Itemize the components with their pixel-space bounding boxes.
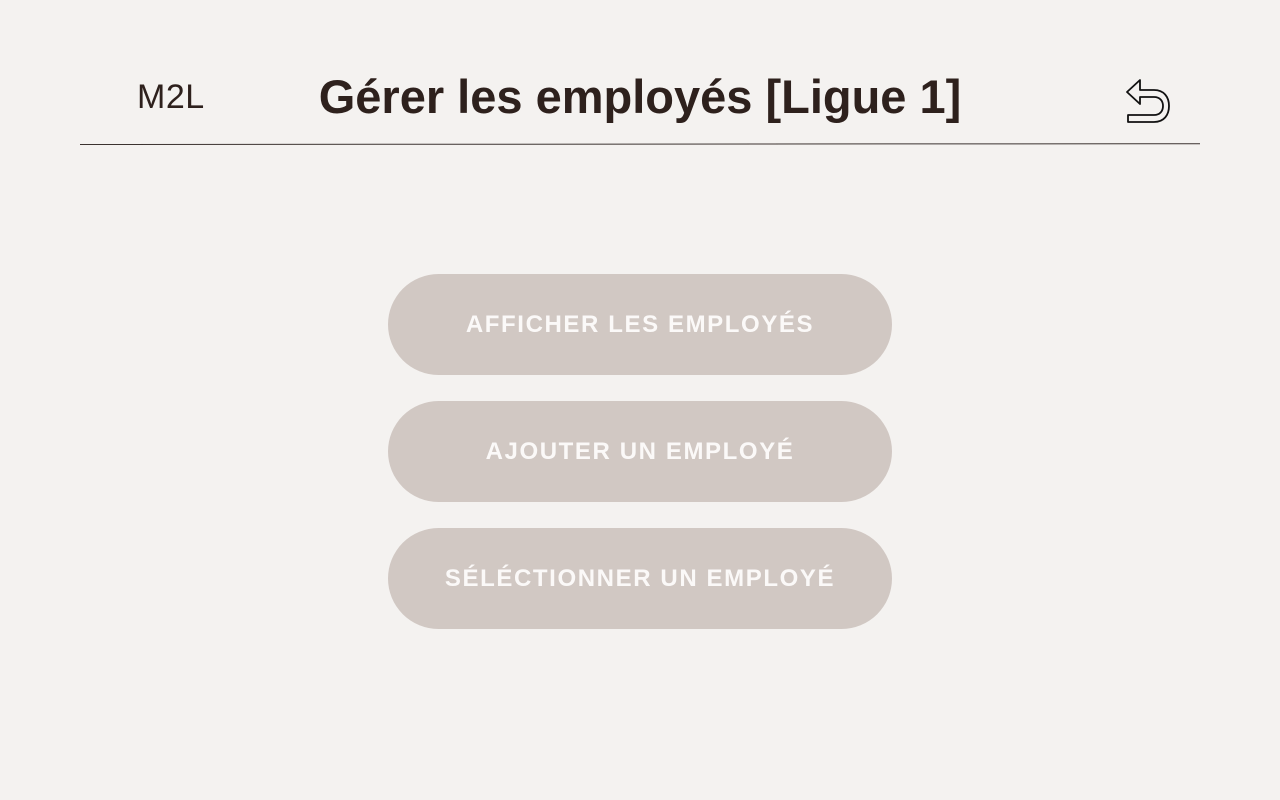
page-title: Gérer les employés [Ligue 1] [318, 70, 962, 123]
add-employee-button[interactable]: AJOUTER UN EMPLOYÉ [388, 401, 892, 502]
back-button[interactable] [1118, 76, 1172, 130]
header: M2L Gérer les employés [Ligue 1] [0, 0, 1280, 150]
action-menu: AFFICHER LES EMPLOYÉS AJOUTER UN EMPLOYÉ… [388, 274, 892, 655]
show-employees-button[interactable]: AFFICHER LES EMPLOYÉS [388, 274, 892, 375]
logo[interactable]: M2L [137, 77, 205, 117]
return-arrow-icon [1126, 79, 1170, 123]
select-employee-button[interactable]: SÉLÉCTIONNER UN EMPLOYÉ [388, 528, 892, 629]
header-divider [79, 143, 1201, 145]
